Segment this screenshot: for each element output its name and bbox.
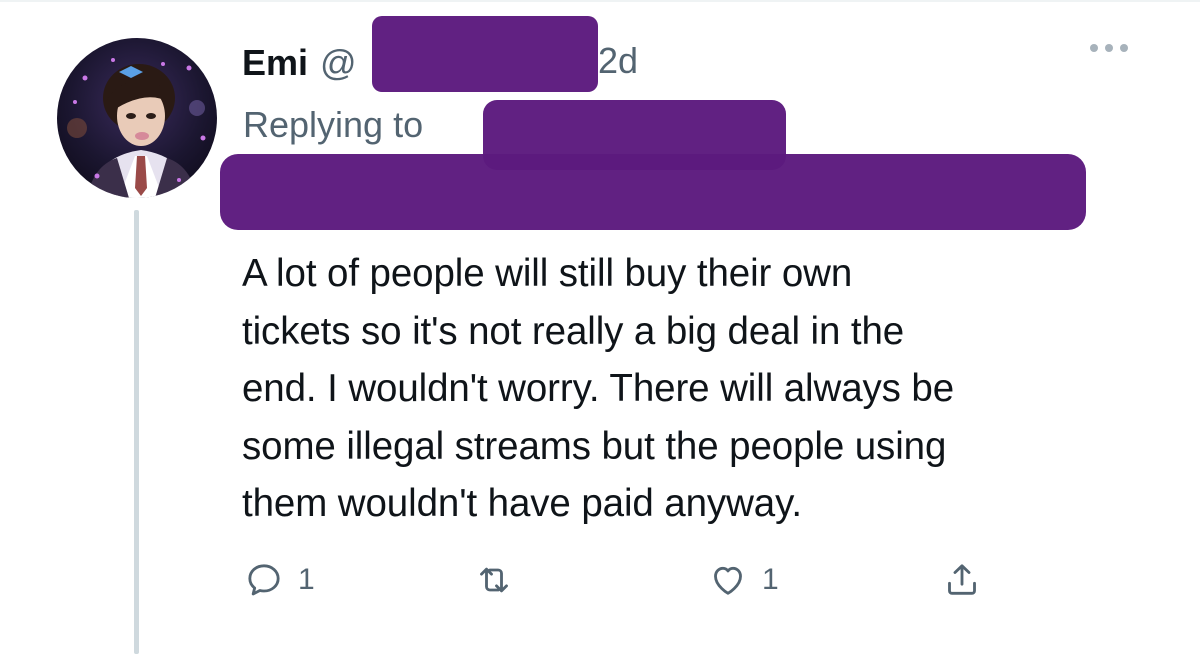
tweet-actions: 1 1: [242, 560, 1022, 610]
tweet-text-line: A lot of people will still buy their own: [242, 252, 853, 295]
avatar[interactable]: [57, 38, 217, 198]
share-button[interactable]: [942, 560, 982, 600]
tweet-text-line: them wouldn't have paid anyway.: [242, 482, 802, 525]
tweet-text-line: end. I wouldn't worry. There will always…: [242, 367, 955, 410]
tweet-header: Emi @: [242, 38, 357, 88]
more-dots-icon: [1090, 44, 1098, 52]
more-options-button[interactable]: [1090, 44, 1128, 52]
retweet-button[interactable]: [474, 560, 514, 600]
top-divider: [0, 0, 1200, 2]
author-handle[interactable]: @: [320, 42, 357, 84]
like-button[interactable]: 1: [708, 560, 779, 600]
thread-connector-line: [134, 210, 139, 654]
tweet-text-line: tickets so it's not really a big deal in…: [242, 309, 905, 353]
heart-icon: [714, 566, 742, 595]
replying-to-label: Replying to: [243, 104, 424, 145]
avatar-image: [57, 38, 217, 198]
retweet-icon: [480, 567, 508, 593]
tweet-text: A lot of people will still buy their own…: [242, 245, 1142, 533]
tweet-timestamp[interactable]: 2d: [598, 40, 638, 82]
tweet-text-line: some illegal streams but the people usin…: [242, 424, 947, 468]
redaction-handle: [372, 16, 598, 92]
share-icon: [948, 564, 976, 595]
author-display-name[interactable]: Emi: [242, 42, 308, 84]
redaction-mentions: [220, 154, 1086, 230]
reply-count: 1: [298, 563, 315, 596]
like-count: 1: [762, 563, 779, 596]
reply-button[interactable]: 1: [244, 560, 315, 600]
reply-bubble-icon: [248, 564, 280, 596]
